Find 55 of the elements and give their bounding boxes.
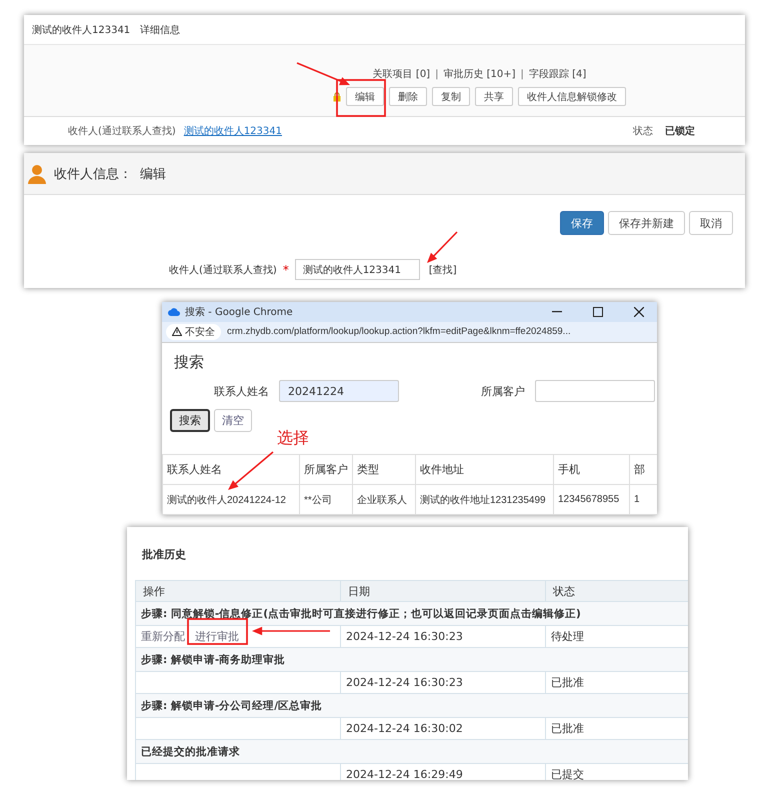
field-label: 所属客户: [481, 384, 525, 398]
section-title: 批准历史: [142, 547, 186, 562]
action-button[interactable]: 收件人信息解锁修改: [518, 87, 626, 106]
column-header: 类型: [352, 454, 416, 484]
step-cell: 步骤: 解锁申请-商务助理审批: [136, 648, 688, 672]
related-link[interactable]: 审批历史 [10+]: [443, 67, 516, 81]
separator: |: [520, 68, 524, 80]
table-cell: 企业联系人: [352, 484, 416, 514]
action-button[interactable]: 编辑: [346, 87, 384, 106]
column-header: 收件地址: [416, 454, 554, 484]
action-button[interactable]: 删除: [389, 87, 427, 106]
status-value: 已锁定: [665, 124, 695, 138]
step-cell: 已经提交的批准请求: [136, 740, 688, 764]
search-button[interactable]: 清空: [214, 409, 252, 432]
record-title: 测试的收件人123341: [32, 24, 130, 36]
status-label: 状态: [633, 124, 653, 138]
column-header: 日期: [340, 580, 546, 602]
step-cell: 步骤: 同意解锁-信息修正(点击审批时可直接进行修正；也可以返回记录页面点击编辑修正): [136, 602, 688, 626]
form-button[interactable]: 保存: [560, 211, 604, 235]
action-button[interactable]: 复制: [432, 87, 470, 106]
form-mode: 编辑: [140, 166, 166, 182]
separator: |: [435, 68, 438, 80]
action-link[interactable]: 重新分配: [141, 630, 185, 643]
column-header: 联系人姓名: [162, 454, 300, 484]
annotation-label: 选择: [277, 428, 309, 449]
lookup-link[interactable]: [查找]: [428, 262, 457, 276]
table-cell: 测试的收件地址1231235499: [416, 484, 554, 514]
page-subtitle: 详细信息: [140, 24, 180, 36]
security-badge[interactable]: 不安全: [166, 324, 221, 340]
recipient-field[interactable]: 测试的收件人123341: [294, 259, 420, 280]
related-link[interactable]: 字段跟踪 [4]: [528, 67, 586, 81]
search-heading: 搜索: [174, 353, 204, 372]
action-button[interactable]: 共享: [475, 87, 513, 106]
table-cell: **公司: [300, 484, 352, 514]
step-cell: 步骤: 解锁申请-分公司经理/区总审批: [136, 694, 688, 718]
search-button[interactable]: 搜索: [170, 409, 210, 432]
field-label: 收件人(通过联系人查找): [169, 264, 277, 276]
required-mark: *: [282, 262, 289, 276]
form-button[interactable]: 保存并新建: [608, 211, 685, 235]
action-link[interactable]: 进行审批: [195, 630, 239, 643]
column-header: 状态: [546, 580, 688, 602]
field-label: 收件人(通过联系人查找): [68, 124, 176, 138]
form-title: 收件人信息：: [54, 166, 132, 182]
recipient-link[interactable]: 测试的收件人123341: [184, 124, 282, 138]
column-header: 部: [630, 454, 657, 484]
field-label: 联系人姓名: [214, 384, 269, 398]
search-field[interactable]: 20241224: [279, 380, 399, 402]
form-button[interactable]: 取消: [689, 211, 733, 235]
column-header: 操作: [136, 580, 340, 602]
url-text[interactable]: crm.zhydb.com/platform/lookup/lookup.action?lkfm=editPage&lknm=ffe2024859...: [227, 326, 571, 338]
column-header: 手机: [554, 454, 630, 484]
related-link[interactable]: 关联项目 [0]: [372, 67, 430, 81]
window-title: 搜索 - Google Chrome: [185, 306, 293, 319]
table-cell: 12345678955: [554, 484, 630, 514]
column-header: 所属客户: [300, 454, 352, 484]
